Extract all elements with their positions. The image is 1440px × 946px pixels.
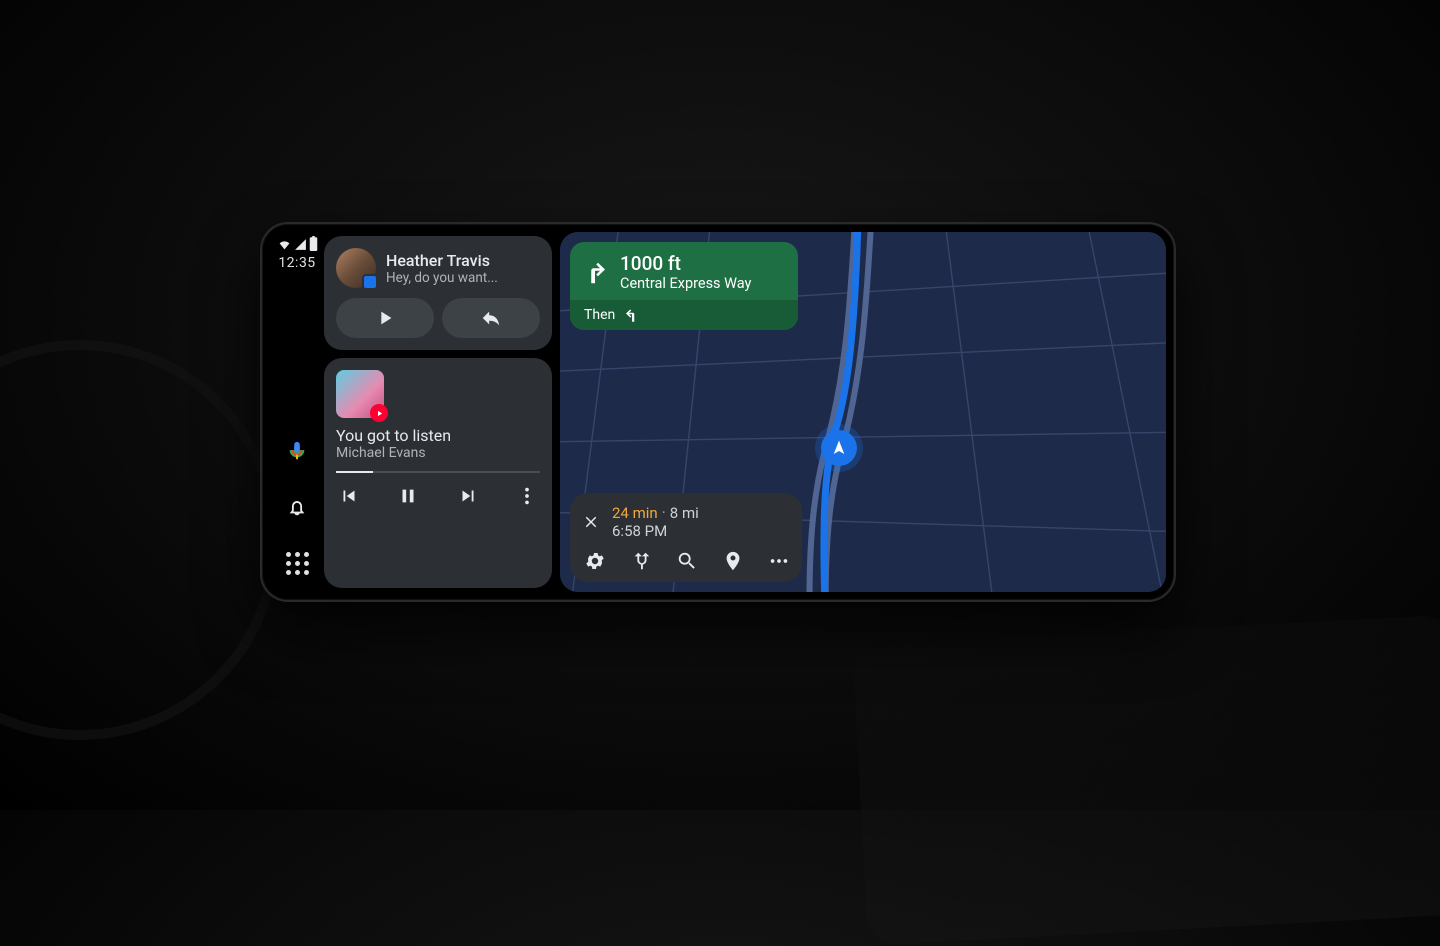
eta-card[interactable]: 24 min · 8 mi 6:58 PM: [570, 493, 802, 582]
eta-arrival: 6:58 PM: [612, 522, 699, 540]
play-icon: [374, 307, 396, 329]
playback-progress[interactable]: [336, 471, 540, 473]
system-rail: 12:35: [270, 232, 324, 592]
gear-icon: [584, 550, 606, 572]
eta-distance: 8 mi: [670, 504, 699, 522]
assistant-button[interactable]: [276, 430, 318, 472]
close-eta-button[interactable]: [582, 513, 600, 531]
steering-wheel-hint: [0, 340, 280, 740]
media-more-button[interactable]: [516, 485, 538, 507]
mic-icon: [286, 440, 308, 462]
bell-icon: [286, 496, 308, 518]
pin-icon: [722, 550, 744, 572]
nav-settings-button[interactable]: [584, 550, 606, 572]
then-label: Then: [584, 307, 615, 323]
close-icon: [582, 513, 600, 531]
eta-separator: ·: [662, 503, 670, 522]
reply-icon: [480, 307, 502, 329]
next-turn-row: Then: [570, 300, 798, 330]
pause-icon: [397, 485, 419, 507]
more-horiz-icon: [768, 550, 790, 572]
skip-previous-button[interactable]: [338, 485, 360, 507]
track-artist: Michael Evans: [336, 445, 540, 461]
dashboard-hint: [853, 615, 1440, 946]
turn-road: Central Express Way: [620, 275, 751, 292]
media-card[interactable]: You got to listen Michael Evans: [324, 358, 552, 588]
nav-more-button[interactable]: [768, 550, 790, 572]
more-vert-icon: [516, 485, 538, 507]
cards-column: Heather Travis Hey, do you want... You g…: [324, 232, 552, 592]
alt-route-icon: [630, 550, 652, 572]
apps-grid-icon: [286, 552, 309, 575]
cell-signal-icon: [294, 238, 307, 251]
places-button[interactable]: [722, 550, 744, 572]
routes-button[interactable]: [630, 550, 652, 572]
notification-preview: Hey, do you want...: [386, 270, 498, 286]
turn-left-icon: [623, 306, 641, 324]
eta-duration: 24 min: [612, 504, 658, 522]
album-art: [336, 370, 384, 418]
pause-button[interactable]: [397, 485, 419, 507]
status-bar: 12:35: [277, 236, 318, 271]
nav-search-button[interactable]: [676, 550, 698, 572]
turn-card[interactable]: 1000 ft Central Express Way Then: [570, 242, 798, 330]
search-icon: [676, 550, 698, 572]
messages-app-badge-icon: [362, 274, 378, 290]
battery-icon: [309, 236, 318, 251]
skip-previous-icon: [338, 485, 360, 507]
app-launcher-button[interactable]: [276, 542, 318, 584]
notifications-button[interactable]: [276, 486, 318, 528]
turn-right-icon: [580, 257, 610, 287]
reply-button[interactable]: [442, 298, 540, 338]
head-unit-display: 12:35: [260, 222, 1176, 602]
wifi-icon: [277, 238, 292, 251]
navigation-arrow-icon: [830, 439, 848, 457]
track-title: You got to listen: [336, 426, 540, 445]
map-view[interactable]: 1000 ft Central Express Way Then 24 min …: [560, 232, 1166, 592]
turn-distance: 1000 ft: [620, 252, 751, 275]
skip-next-button[interactable]: [457, 485, 479, 507]
play-message-button[interactable]: [336, 298, 434, 338]
notification-sender: Heather Travis: [386, 251, 498, 270]
youtube-music-badge-icon: [370, 404, 388, 422]
clock: 12:35: [278, 255, 315, 271]
avatar: [336, 248, 376, 288]
current-location-marker: [821, 430, 857, 466]
skip-next-icon: [457, 485, 479, 507]
notification-card[interactable]: Heather Travis Hey, do you want...: [324, 236, 552, 350]
